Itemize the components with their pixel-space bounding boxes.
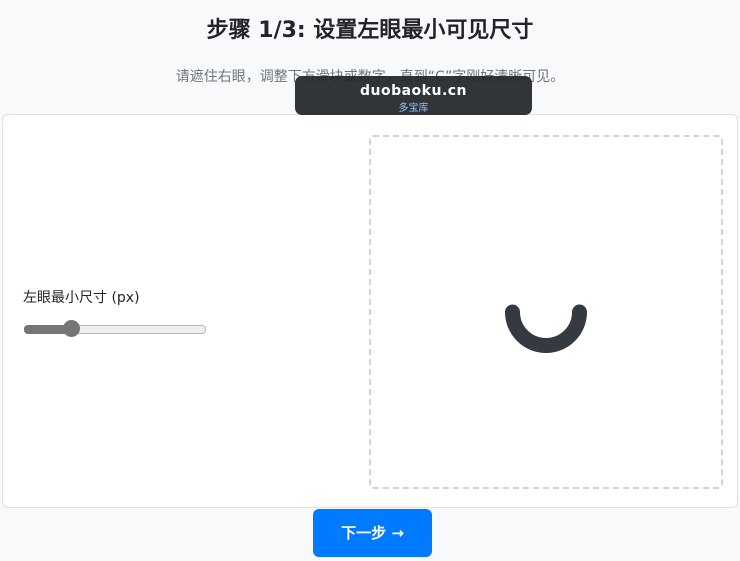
preview-canvas (505, 304, 587, 353)
next-button[interactable]: 下一步 → (313, 509, 432, 557)
watermark-overlay: duobaoku.cn 多宝库 (295, 76, 532, 115)
preview-area (369, 135, 723, 489)
watermark-site: duobaoku.cn (359, 83, 468, 99)
size-slider[interactable] (24, 320, 206, 338)
page-title: 步骤 1/3: 设置左眼最小可见尺寸 (206, 18, 534, 43)
slider-label: 左眼最小尺寸 (px) (23, 290, 140, 306)
slider-thumb[interactable] (63, 320, 80, 337)
c-optotype-icon (505, 304, 587, 353)
watermark-name: 多宝库 (398, 103, 429, 114)
settings-card: 左眼最小尺寸 (px) (2, 114, 738, 508)
